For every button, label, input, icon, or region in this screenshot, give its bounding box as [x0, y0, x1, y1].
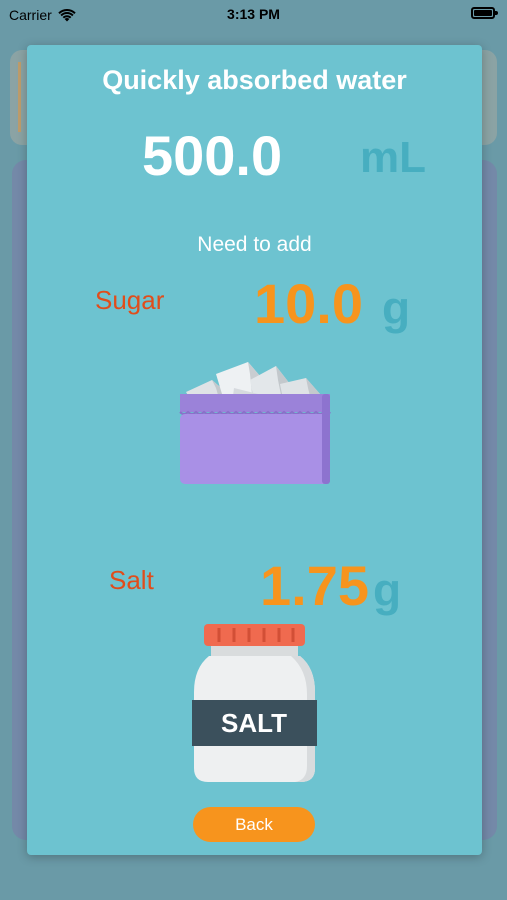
- salt-jar-icon: SALT: [192, 624, 317, 782]
- salt-label: Salt: [109, 565, 154, 595]
- back-button[interactable]: Back: [193, 807, 315, 842]
- background-decoration: [18, 62, 27, 132]
- status-bar: Carrier 3:13 PM: [0, 0, 507, 30]
- need-to-add-label: Need to add: [197, 233, 312, 256]
- sugar-amount: 10.0: [254, 272, 363, 335]
- result-modal: Quickly absorbed water 500.0 mL Need to …: [27, 45, 482, 855]
- salt-unit: g: [373, 564, 402, 616]
- sugar-unit: g: [382, 282, 411, 334]
- salt-jar-text: SALT: [221, 708, 287, 738]
- salt-amount: 1.75: [260, 554, 369, 617]
- modal-title: Quickly absorbed water: [102, 65, 407, 95]
- sugar-cubes-icon: [179, 362, 331, 484]
- sugar-label: Sugar: [95, 285, 165, 315]
- battery-icon: [471, 7, 498, 19]
- water-volume-value: 500.0: [142, 124, 283, 187]
- water-volume-unit: mL: [360, 133, 426, 182]
- status-time: 3:13 PM: [227, 6, 280, 22]
